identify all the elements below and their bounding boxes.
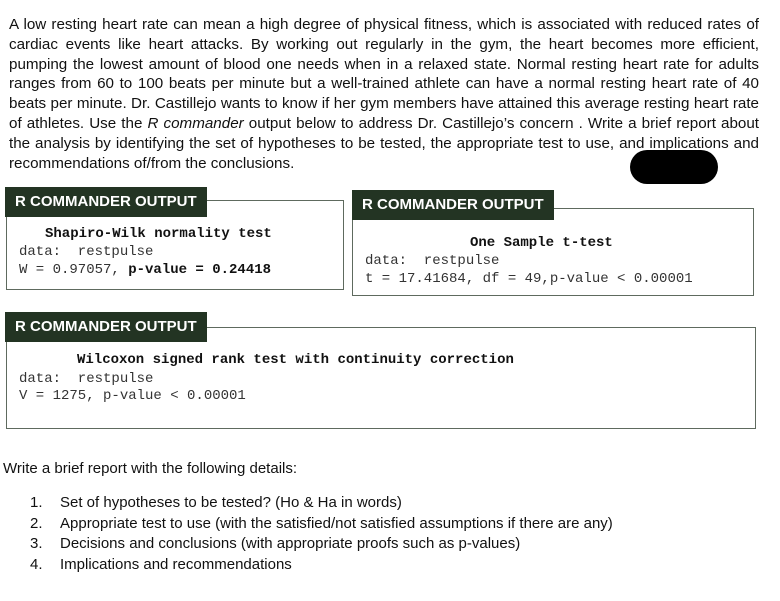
- instructions-heading: Write a brief report with the following …: [3, 460, 298, 477]
- wilcoxon-title: Wilcoxon signed rank test with continuit…: [77, 352, 514, 368]
- list-item-text: Implications and recommendations: [60, 555, 292, 573]
- ttest-panel-header: R COMMANDER OUTPUT: [352, 190, 554, 220]
- list-item: 1. Set of hypotheses to be tested? (Ho & …: [30, 493, 613, 514]
- ttest-stat-line: t = 17.41684, df = 49,p-value < 0.00001: [365, 271, 693, 287]
- shapiro-title: Shapiro-Wilk normality test: [45, 226, 272, 242]
- report-details-list: 1. Set of hypotheses to be tested? (Ho & …: [30, 493, 613, 575]
- redaction-mark: [630, 150, 718, 184]
- list-item-number: 3.: [30, 535, 43, 552]
- shapiro-panel-header: R COMMANDER OUTPUT: [5, 187, 207, 217]
- ttest-data-line: data: restpulse: [365, 253, 500, 269]
- shapiro-stat-line: W = 0.97057, p-value = 0.24418: [19, 261, 271, 279]
- list-item: 3. Decisions and conclusions (with approp…: [30, 534, 613, 555]
- list-item-text: Appropriate test to use (with the satisf…: [60, 514, 613, 532]
- shapiro-data-line: data: restpulse: [19, 244, 154, 260]
- list-item: 2. Appropriate test to use (with the sati…: [30, 514, 613, 535]
- list-item-number: 2.: [30, 514, 43, 532]
- ttest-title: One Sample t-test: [470, 235, 613, 251]
- list-item-number: 4.: [30, 555, 43, 573]
- list-item-number: 1.: [30, 494, 43, 511]
- wilcoxon-panel-header: R COMMANDER OUTPUT: [5, 312, 207, 342]
- shapiro-pvalue: p-value = 0.24418: [128, 262, 272, 278]
- wilcoxon-stat-line: V = 1275, p-value < 0.00001: [19, 388, 246, 404]
- intro-italic-r-commander: R commander: [147, 114, 244, 132]
- list-item: 4. Implications and recommendations: [30, 555, 613, 576]
- list-item-text: Set of hypotheses to be tested? (Ho & Ha…: [60, 494, 402, 511]
- wilcoxon-data-line: data: restpulse: [19, 371, 154, 387]
- list-item-text: Decisions and conclusions (with appropri…: [60, 535, 521, 552]
- shapiro-w-stat: W = 0.97057,: [19, 262, 129, 278]
